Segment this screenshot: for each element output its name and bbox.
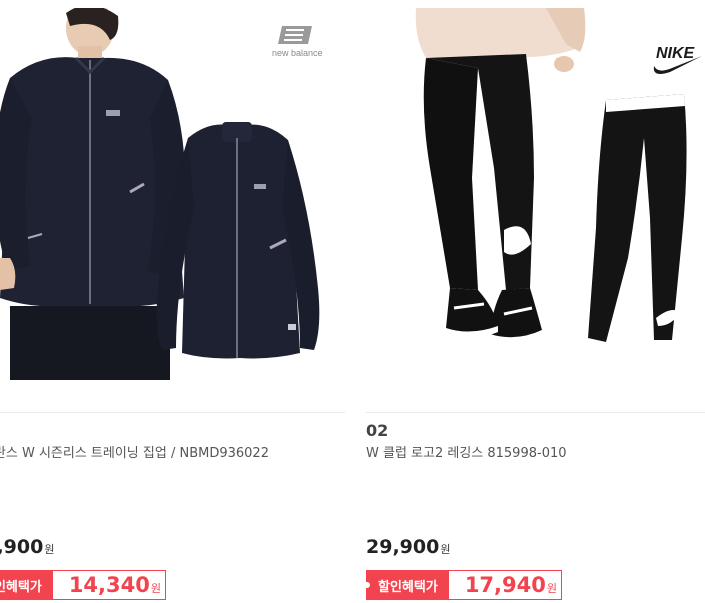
product-image[interactable]: new balance [0,8,345,380]
svg-text:new balance: new balance [272,48,323,58]
discount-price-box: 17,940 원 [447,570,562,600]
nike-logo: NIKE [653,45,702,74]
divider [366,412,705,413]
product-name[interactable]: 뉴발란스 W 시즌리스 트레이닝 집업 / NBMD936022 [0,442,269,461]
product-card[interactable]: new balance 뉴발란스 W 시즌리스 트레이닝 집업 / NBMD93… [0,0,345,603]
product-name[interactable]: W 클럽 로고2 레깅스 815998-010 [366,442,567,461]
new-balance-logo: new balance [272,26,323,58]
product-rank: 02 [366,421,389,440]
discount-label: 할인혜택가 [378,579,438,595]
price-unit: 원 [44,543,55,556]
product-price: 28,900원 [0,536,54,558]
discount-price: 14,340 [68,573,150,597]
discount-unit: 원 [150,582,161,595]
price-value: 28,900 [0,536,44,558]
product-image[interactable]: NIKE [366,8,705,380]
discount-label-badge: 할인혜택가 [366,570,448,600]
discount-price-box: 14,340 원 [51,570,166,600]
svg-text:NIKE: NIKE [656,45,696,62]
discount-label-badge: 할인혜택가 [0,570,52,600]
dot-icon [366,582,370,588]
product-price: 29,900원 [366,536,450,558]
price-unit: 원 [440,543,451,556]
discount-promo[interactable]: 할인혜택가 17,940 원 [366,570,562,600]
discount-price: 17,940 [464,573,546,597]
product-card[interactable]: NIKE 02 W 클럽 로고2 레깅스 815998-010 29,900원 … [366,0,705,603]
divider [0,412,345,413]
discount-label: 할인혜택가 [0,579,42,595]
discount-promo[interactable]: 할인혜택가 14,340원 [0,570,166,600]
discount-unit: 원 [546,582,557,595]
price-value: 29,900 [366,536,440,558]
